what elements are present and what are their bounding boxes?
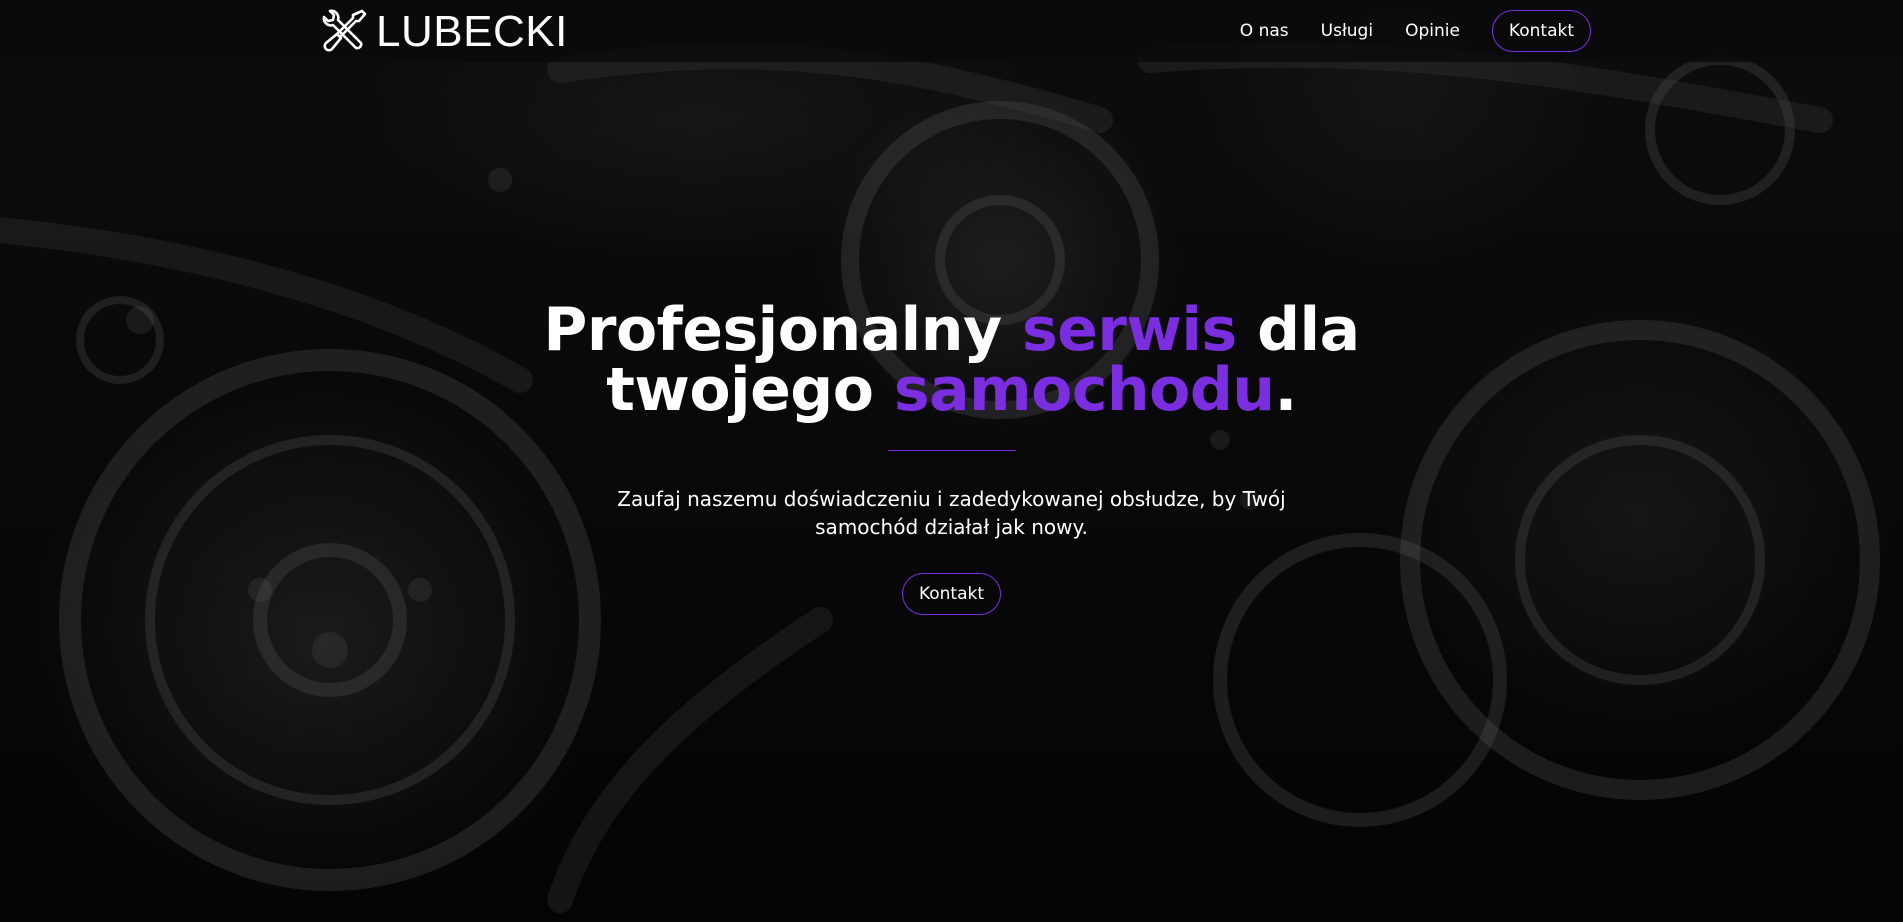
nav-item-o-nas[interactable]: O nas <box>1240 21 1289 41</box>
hero-section: Profesjonalny serwis dla twojego samocho… <box>0 300 1903 615</box>
hero-subtitle: Zaufaj naszemu doświadczeniu i zadedykow… <box>617 487 1286 539</box>
brand-logo-link[interactable]: LUBECKI <box>318 6 568 58</box>
hero-divider <box>887 450 1016 451</box>
hero-title-text: . <box>1274 355 1297 425</box>
hero-title-line2: twojego samochodu. <box>606 355 1297 425</box>
landing-page: LUBECKI O nas Usługi Opinie Kontakt Prof… <box>0 0 1903 922</box>
top-navbar: LUBECKI O nas Usługi Opinie Kontakt <box>0 0 1903 62</box>
brand-name: LUBECKI <box>376 7 568 56</box>
hero-contact-button[interactable]: Kontakt <box>901 573 1002 615</box>
nav-item-opinie[interactable]: Opinie <box>1405 21 1460 41</box>
nav-contact-button[interactable]: Kontakt <box>1491 10 1591 52</box>
hero-title: Profesjonalny serwis dla twojego samocho… <box>0 300 1903 420</box>
wrench-screwdriver-icon <box>318 7 368 57</box>
nav-menu: O nas Usługi Opinie Kontakt <box>1240 10 1591 52</box>
nav-item-uslugi[interactable]: Usługi <box>1321 21 1373 41</box>
hero-title-text: twojego <box>606 355 894 425</box>
hero-title-accent: samochodu <box>893 355 1275 425</box>
